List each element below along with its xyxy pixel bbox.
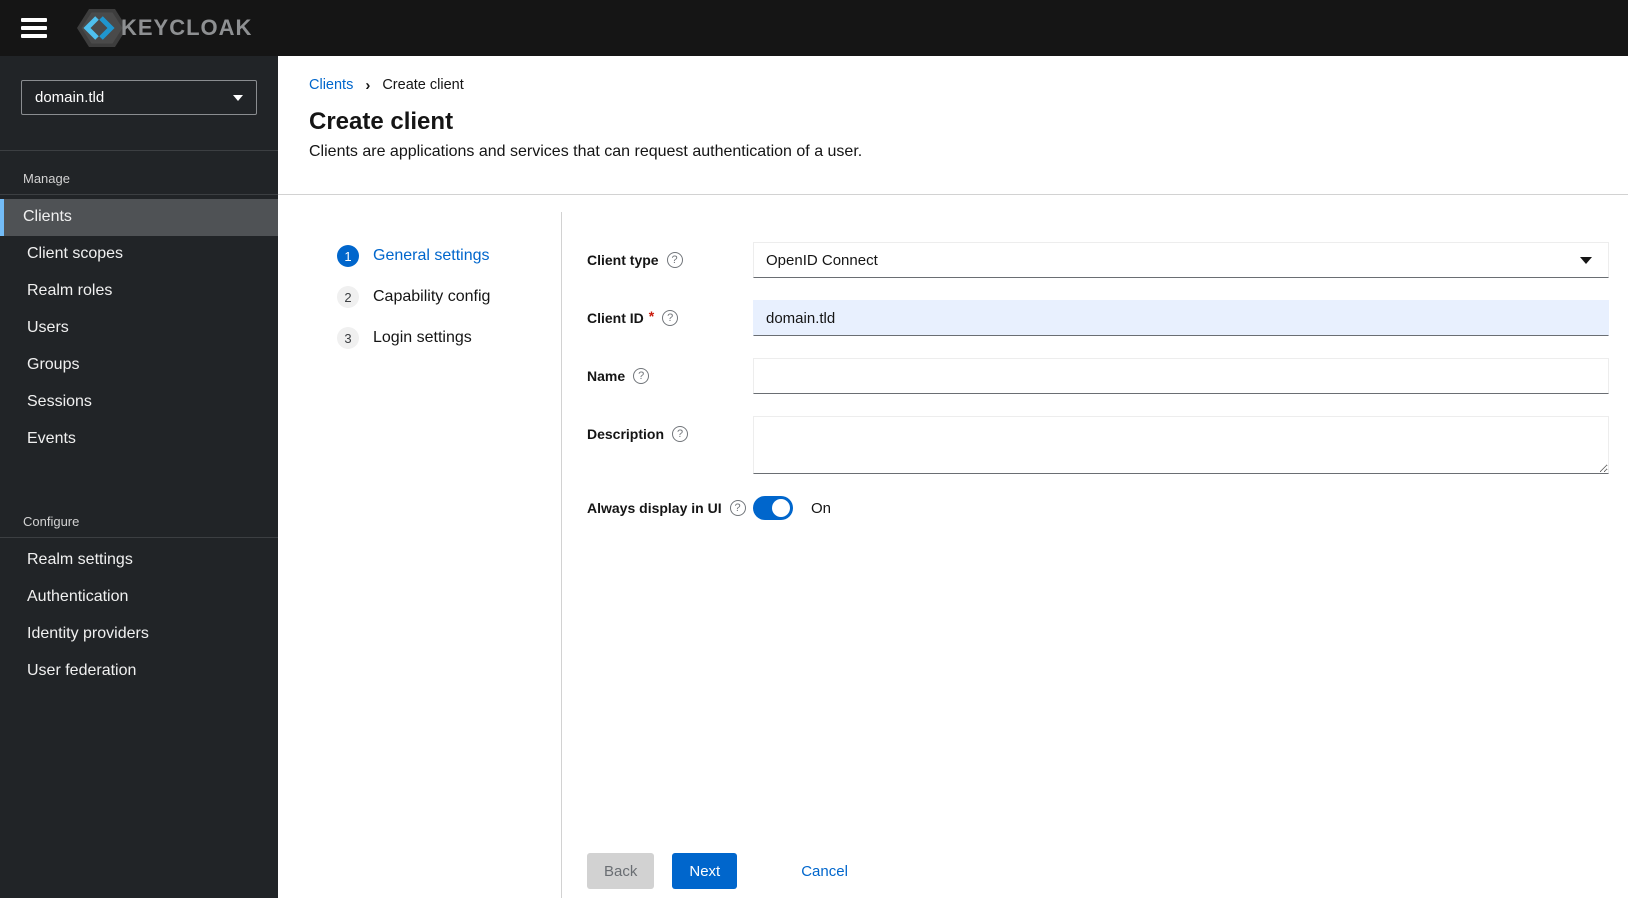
keycloak-logo-icon — [77, 9, 127, 47]
breadcrumb: Clients › Create client — [309, 77, 1598, 93]
sidebar-item-user-federation[interactable]: User federation — [0, 653, 278, 690]
page-title: Create client — [309, 108, 454, 135]
step-number-badge: 3 — [337, 327, 359, 349]
wizard-nav: 1 General settings 2 Capability config 3… — [278, 212, 561, 898]
name-label: Name ? — [587, 358, 753, 384]
nav-toggle-hamburger-icon[interactable] — [21, 17, 47, 39]
breadcrumb-link-clients[interactable]: Clients — [309, 77, 353, 93]
realm-selector-value: domain.tld — [35, 89, 105, 106]
create-client-wizard: 1 General settings 2 Capability config 3… — [278, 212, 1628, 898]
sidebar-item-groups[interactable]: Groups — [0, 347, 278, 384]
wizard-step-general-settings[interactable]: 1 General settings — [337, 245, 490, 267]
wizard-step-login-settings[interactable]: 3 Login settings — [337, 327, 472, 349]
step-number-badge: 2 — [337, 286, 359, 308]
description-label: Description ? — [587, 416, 753, 442]
toggle-knob — [772, 499, 790, 517]
client-id-row: Client ID * ? — [587, 300, 1609, 336]
step-number-badge: 1 — [337, 245, 359, 267]
description-textarea[interactable] — [753, 416, 1609, 474]
page-header: Clients › Create client Create client Cl… — [278, 56, 1628, 195]
always-display-toggle[interactable] — [753, 496, 793, 520]
client-id-label: Client ID * ? — [587, 300, 753, 326]
realm-selector[interactable]: domain.tld — [21, 80, 257, 115]
client-type-row: Client type ? OpenID Connect — [587, 242, 1609, 278]
wizard-step-capability-config[interactable]: 2 Capability config — [337, 286, 490, 308]
sidebar-item-realm-roles[interactable]: Realm roles — [0, 273, 278, 310]
client-id-help-icon[interactable]: ? — [662, 310, 679, 326]
wizard-footer: Back Next Cancel — [587, 833, 1609, 889]
client-type-help-icon[interactable]: ? — [666, 252, 683, 268]
client-type-selected-value: OpenID Connect — [766, 251, 878, 269]
toggle-state-label: On — [811, 499, 832, 517]
description-help-icon[interactable]: ? — [672, 426, 689, 442]
breadcrumb-current: Create client — [382, 77, 464, 93]
sidebar-item-realm-settings[interactable]: Realm settings — [0, 542, 278, 579]
name-row: Name ? — [587, 358, 1609, 394]
breadcrumb-separator-icon: › — [365, 76, 371, 94]
always-display-row: Always display in UI ? On — [587, 496, 1609, 520]
sidebar-item-authentication[interactable]: Authentication — [0, 579, 278, 616]
keycloak-logo: KEYCLOAK — [75, 7, 252, 49]
caret-down-icon — [1580, 256, 1592, 264]
sidebar-item-clients[interactable]: Clients — [0, 199, 278, 236]
client-type-select[interactable]: OpenID Connect — [753, 242, 1609, 278]
name-help-icon[interactable]: ? — [633, 368, 650, 384]
sidebar-item-identity-providers[interactable]: Identity providers — [0, 616, 278, 653]
keycloak-admin-console: KEYCLOAK domain.tld Manage Clients Clien… — [0, 0, 1628, 898]
always-display-label: Always display in UI ? — [587, 500, 753, 516]
back-button[interactable]: Back — [587, 853, 655, 889]
wizard-form-panel: Client type ? OpenID Connect Client ID * — [561, 212, 1628, 898]
main-content: Clients › Create client Create client Cl… — [278, 56, 1628, 898]
required-asterisk: * — [648, 308, 655, 324]
description-row: Description ? — [587, 416, 1609, 474]
sidebar-item-client-scopes[interactable]: Client scopes — [0, 236, 278, 273]
sidebar-item-sessions[interactable]: Sessions — [0, 384, 278, 421]
realm-selector-section: domain.tld — [0, 56, 278, 151]
nav-section-manage: Manage — [23, 171, 70, 186]
sidebar-item-events[interactable]: Events — [0, 421, 278, 458]
always-display-help-icon[interactable]: ? — [729, 500, 746, 516]
brand-text: KEYCLOAK — [121, 15, 253, 40]
caret-down-icon — [233, 94, 243, 101]
masthead: KEYCLOAK — [0, 0, 1628, 56]
sidebar-nav: Manage Clients Client scopes Realm roles… — [0, 151, 278, 690]
cancel-button[interactable]: Cancel — [801, 853, 848, 889]
client-type-label: Client type ? — [587, 242, 753, 268]
next-button[interactable]: Next — [672, 853, 738, 889]
sidebar-item-users[interactable]: Users — [0, 310, 278, 347]
nav-section-configure: Configure — [23, 514, 80, 529]
name-input[interactable] — [753, 358, 1609, 394]
page-subtitle: Clients are applications and services th… — [309, 143, 863, 160]
sidebar: domain.tld Manage Clients Client scopes … — [0, 56, 278, 898]
client-id-input[interactable] — [753, 300, 1609, 336]
